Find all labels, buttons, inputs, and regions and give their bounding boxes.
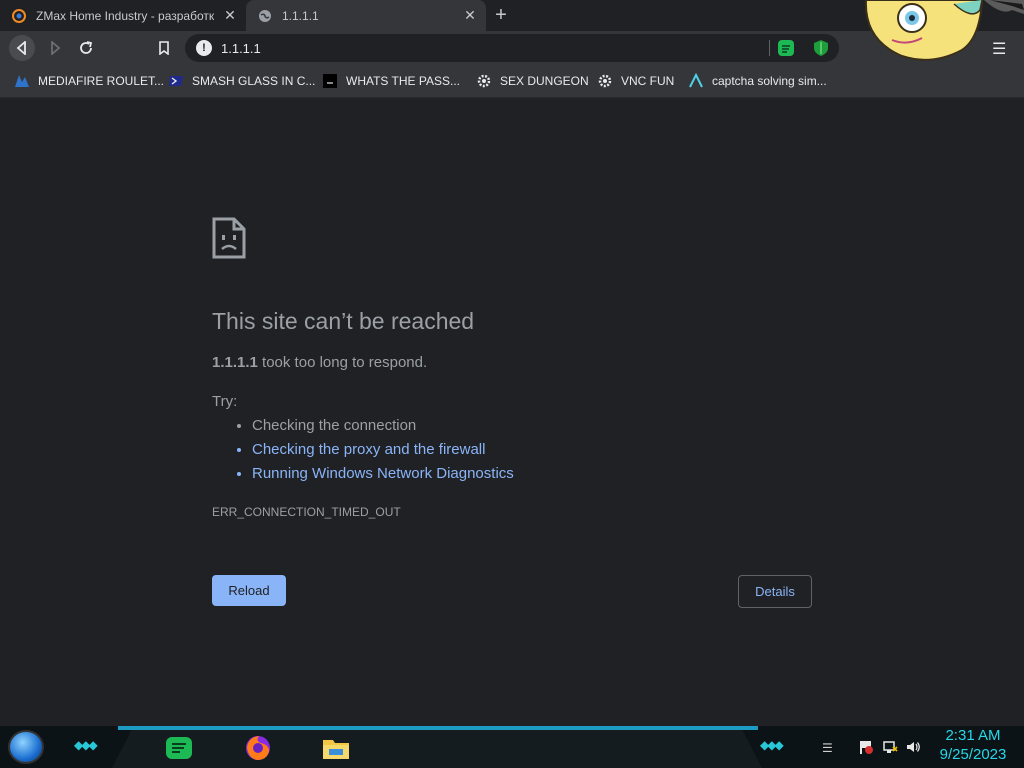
taskbar-center-panel [112,730,762,768]
tab-zmax[interactable]: ZMax Home Industry - разработк ✕ [0,0,246,31]
bookmark-label: MEDIAFIRE ROULET... [38,74,165,88]
address-bar[interactable]: ! 1.1.1.1 [185,34,839,62]
url-text[interactable]: 1.1.1.1 [221,41,261,56]
bookmark-item[interactable]: SMASH GLASS IN C... [168,72,315,90]
error-message: 1.1.1.1 took too long to respond. [212,354,427,371]
refresh-icon [80,41,93,54]
reload-toolbar-button[interactable] [73,35,99,61]
black-square-icon [322,73,338,89]
tab-title: ZMax Home Industry - разработк [36,8,215,23]
bookmark-label: captcha solving sim... [712,74,827,88]
error-page: This site can’t be reached 1.1.1.1 took … [0,99,1024,726]
firefox-taskbar-icon[interactable] [241,731,275,765]
gear-icon [597,73,613,89]
new-tab-button[interactable]: + [490,4,512,26]
taskbar-clock[interactable]: 2:31 AM 9/25/2023 [930,726,1016,764]
clock-date: 9/25/2023 [939,746,1007,763]
forward-arrow-icon [51,41,61,55]
back-arrow-icon [16,41,26,55]
reload-button[interactable]: Reload [212,575,286,606]
error-code: ERR_CONNECTION_TIMED_OUT [212,505,401,519]
suggestion-list: Checking the connection Checking the pro… [234,416,514,488]
clock-time: 2:31 AM [945,727,1001,744]
tab-close-icon[interactable]: ✕ [222,7,238,24]
omnibox-divider [769,40,770,56]
tab-title: 1.1.1.1 [282,8,319,23]
suggestion-link[interactable]: Running Windows Network Diagnostics [252,464,514,488]
start-orb-icon[interactable] [8,730,44,764]
gear-icon [476,73,492,89]
network-icon[interactable] [882,739,898,758]
info-warning-icon[interactable]: ! [196,40,212,56]
back-button[interactable] [9,35,35,61]
suggestion-item: Checking the connection [252,416,514,440]
bookmark-icon [159,41,169,55]
try-label: Try: [212,393,238,410]
globe-icon [257,8,273,24]
bookmark-label: VNC FUN [621,74,675,88]
spotify-extension-icon[interactable] [777,39,795,57]
error-host: 1.1.1.1 [212,354,258,371]
lambda-icon [688,73,704,89]
browser-window: ZMax Home Industry - разработк ✕ 1.1.1.1… [0,0,1024,726]
taskbar-accent-strip [118,726,758,730]
anime-character-sticker [862,0,1024,62]
bookmark-label: SMASH GLASS IN C... [192,74,316,88]
spotify-taskbar-icon[interactable] [162,731,196,765]
bookmark-item[interactable]: VNC FUN [597,72,674,90]
bookmark-item[interactable]: SEX DUNGEON [476,72,589,90]
bookmark-label: WHATS THE PASS... [346,74,461,88]
file-explorer-taskbar-icon[interactable] [319,731,353,765]
details-button[interactable]: Details [738,575,812,608]
chevrons-right-icon: ◆◆◆ [760,738,784,752]
powershell-icon [168,73,184,89]
chevrons-left-icon: ◆◆◆ [74,738,98,752]
bookmark-item[interactable]: captcha solving sim... [688,72,827,90]
forward-button[interactable] [42,35,68,61]
zmax-favicon-icon [11,8,27,24]
action-center-flag-icon[interactable] [858,739,874,758]
shield-extension-icon[interactable] [812,39,830,57]
error-message-text: took too long to respond. [257,354,428,371]
error-title: This site can’t be reached [212,308,475,334]
volume-icon[interactable] [905,739,921,758]
bookmark-button[interactable] [151,35,177,61]
mediafire-icon [14,73,30,89]
bookmark-item[interactable]: MEDIAFIRE ROULET... [14,72,164,90]
bookmark-item[interactable]: WHATS THE PASS... [322,72,460,90]
suggestion-link[interactable]: Checking the proxy and the firewall [252,440,514,464]
bookmarks-bar: MEDIAFIRE ROULET... SMASH GLASS IN C... … [0,65,1024,98]
tab-active[interactable]: 1.1.1.1 ✕ [246,0,486,31]
bookmark-label: SEX DUNGEON [500,74,589,88]
tab-close-icon[interactable]: ✕ [462,7,478,24]
sad-page-icon [212,217,246,264]
tray-menu-icon[interactable]: ☰ [822,741,833,755]
